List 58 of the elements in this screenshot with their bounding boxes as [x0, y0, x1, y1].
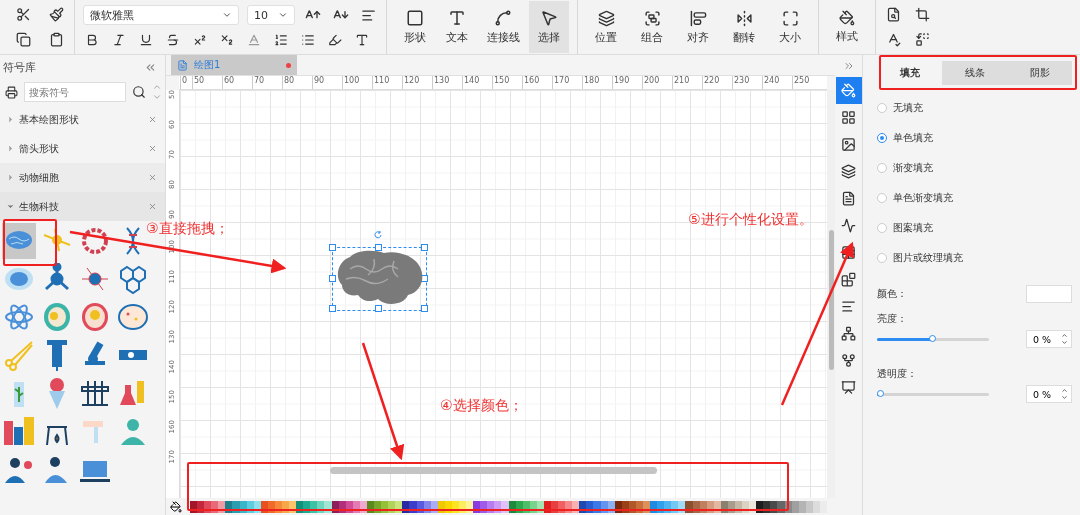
tool-button[interactable]: 文本 [437, 1, 477, 53]
font-size-dropdown[interactable]: 10 [247, 5, 295, 25]
ruler-label: 0 [180, 76, 192, 89]
field-label: 颜色： [877, 287, 907, 301]
ruler-label: 240 [762, 76, 792, 89]
tab[interactable]: 线条 [942, 61, 1007, 85]
tool-button[interactable]: 连接线 [479, 1, 527, 53]
radio-option[interactable]: 渐变填充 [877, 153, 1072, 183]
ruler-label: 170 [552, 76, 582, 89]
ruler-label: 130 [432, 76, 462, 89]
arrange-button[interactable]: 组合 [632, 1, 672, 53]
style-button[interactable]: 样式 [827, 1, 867, 53]
arrange-button[interactable]: 位置 [586, 1, 626, 53]
radio-option[interactable]: 单色渐变填充 [877, 183, 1072, 213]
field-label: 亮度： [877, 313, 907, 324]
ruler-label: 60 [222, 76, 252, 89]
ruler-label: 210 [672, 76, 702, 89]
number-field[interactable]: 0 % [1026, 330, 1072, 348]
radio-option[interactable]: 图片或纹理填充 [877, 243, 1072, 273]
category-header[interactable]: 生物科技 [0, 192, 165, 221]
ruler-label: 100 [342, 76, 372, 89]
ruler-label: 80 [282, 76, 312, 89]
radio-option[interactable]: 图案填充 [877, 213, 1072, 243]
ruler-label: 190 [612, 76, 642, 89]
ruler-label: 110 [372, 76, 402, 89]
category-label: 动物细胞 [19, 170, 59, 185]
tool-button[interactable]: 形状 [395, 1, 435, 53]
arrange-button[interactable]: 翻转 [724, 1, 764, 53]
number-field[interactable]: 0 % [1026, 385, 1072, 403]
ruler-label: 140 [462, 76, 492, 89]
ruler-label: 200 [642, 76, 672, 89]
arrange-button[interactable]: 对齐 [678, 1, 718, 53]
ruler-label: 220 [702, 76, 732, 89]
category-label: 生物科技 [19, 199, 59, 214]
annotation-text: ③直接拖拽； [146, 220, 229, 237]
tab[interactable]: 阴影 [1007, 61, 1072, 85]
panel-title: 符号库 [3, 59, 36, 75]
ruler-label: 90 [312, 76, 342, 89]
ruler-label: 250 [792, 76, 822, 89]
annotation-text: ④选择颜色； [440, 397, 523, 414]
ruler-label: 50 [192, 76, 222, 89]
annotation-text: ⑤进行个性化设置。 [688, 211, 813, 228]
ruler-label: 160 [522, 76, 552, 89]
search-field[interactable]: 搜索符号 [24, 82, 126, 102]
category-label: 基本绘图形状 [19, 112, 79, 127]
category-label: 箭头形状 [19, 141, 59, 156]
radio-option[interactable]: 单色填充 [877, 123, 1072, 153]
tool-button[interactable]: 选择 [529, 1, 569, 53]
ruler-label: 120 [402, 76, 432, 89]
category-header[interactable]: 动物细胞 [0, 163, 165, 192]
field-label: 透明度： [877, 368, 917, 379]
font-dropdown[interactable]: 微软雅黑 [83, 5, 239, 25]
radio-option[interactable]: 无填充 [877, 93, 1072, 123]
arrange-button[interactable]: 大小 [770, 1, 810, 53]
ruler-label: 180 [582, 76, 612, 89]
ruler-label: 70 [252, 76, 282, 89]
ruler-label: 230 [732, 76, 762, 89]
ruler-label: 150 [492, 76, 522, 89]
